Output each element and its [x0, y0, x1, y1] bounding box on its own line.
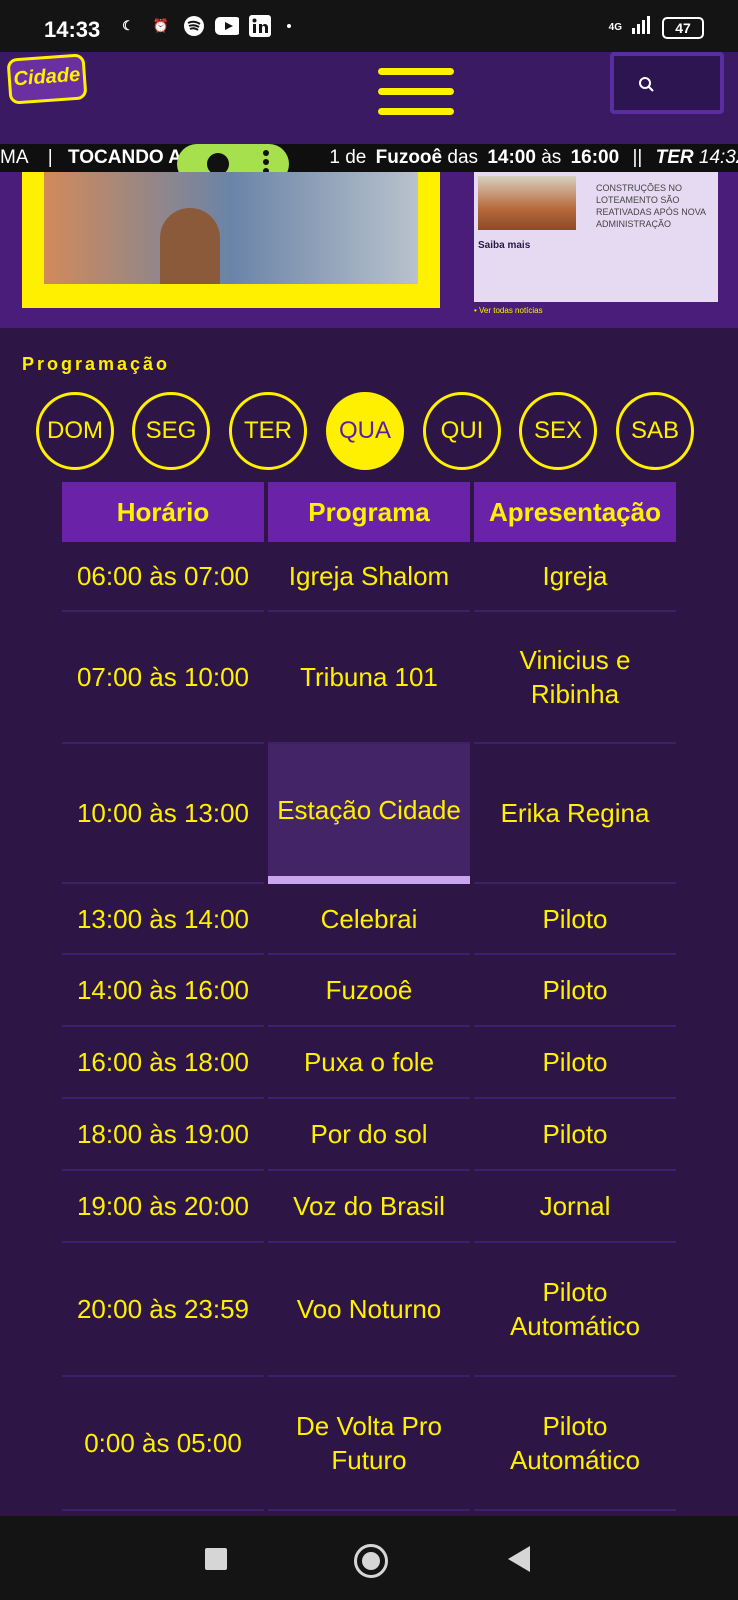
side-news-more-link[interactable]: Saiba mais: [478, 240, 530, 251]
now-playing-ticker: MA | TOCANDO AG 1 de Fuzooê das 14:00 às…: [0, 144, 738, 172]
cell-program: Tribuna 101: [268, 612, 470, 744]
day-button-qui[interactable]: QUI: [423, 392, 501, 470]
status-right: 4G 47: [609, 16, 704, 39]
table-row: 20:00 às 23:59 Voo Noturno Piloto Automá…: [62, 1243, 676, 1377]
radio-logo[interactable]: Cidade: [6, 53, 88, 105]
all-news-link[interactable]: • Ver todas notícias: [474, 306, 543, 315]
cell-time: 13:00 às 14:00: [62, 884, 264, 955]
back-icon[interactable]: [508, 1546, 530, 1572]
cell-host: Piloto: [474, 1099, 676, 1171]
status-time: 14:33: [44, 17, 101, 42]
youtube-icon: [215, 14, 239, 38]
news-section: CONSTRUÇÕES NO LOTEAMENTO SÃO REATIVADAS…: [0, 172, 738, 328]
alarm-icon: ⏰: [152, 18, 170, 33]
cell-program-highlighted: Estação Cidade: [268, 744, 470, 884]
network-indicator: 4G: [608, 21, 622, 33]
cell-host: Piloto: [474, 884, 676, 955]
table-row: 19:00 às 20:00 Voz do Brasil Jornal: [62, 1171, 676, 1243]
cell-host: Piloto: [474, 1027, 676, 1099]
search-button[interactable]: [610, 52, 724, 114]
ticker-left-fragment: MA: [0, 147, 29, 168]
featured-news-image[interactable]: [44, 172, 418, 284]
home-icon[interactable]: [354, 1544, 388, 1578]
cell-host: Erika Regina: [474, 744, 676, 884]
cell-program: Celebrai: [268, 884, 470, 955]
cell-program: Fuzooê: [268, 955, 470, 1027]
table-row: 10:00 às 13:00 Estação Cidade Erika Regi…: [62, 744, 676, 884]
ticker-day: TER: [655, 147, 694, 168]
cell-program: Voo Noturno: [268, 1243, 470, 1377]
notification-icons: ☾ ⏰: [116, 14, 291, 38]
table-row: 14:00 às 16:00 Fuzooê Piloto: [62, 955, 676, 1027]
ticker-end-time: 16:00: [570, 147, 620, 168]
table-row: 06:00 às 07:00 Igreja Shalom Igreja: [62, 542, 676, 612]
cell-time: 18:00 às 19:00: [62, 1099, 264, 1171]
ticker-text: às: [541, 147, 562, 168]
ticker-text: das: [447, 147, 479, 168]
cell-host: Vinicius e Ribinha: [474, 612, 676, 744]
side-news-title[interactable]: CONSTRUÇÕES NO LOTEAMENTO SÃO REATIVADAS…: [596, 182, 714, 230]
cell-time: 0:00 às 05:00: [62, 1377, 264, 1511]
cell-program: Voz do Brasil: [268, 1171, 470, 1243]
day-selector: DOM SEG TER QUA QUI SEX SAB: [36, 392, 708, 472]
cell-time: 20:00 às 23:59: [62, 1243, 264, 1377]
schedule-title: Programação: [22, 354, 171, 374]
side-news-image[interactable]: [478, 176, 576, 230]
ticker-clock: 14:32: [698, 147, 738, 168]
table-row: 16:00 às 18:00 Puxa o fole Piloto: [62, 1027, 676, 1099]
cell-host: Jornal: [474, 1171, 676, 1243]
table-row: 0:00 às 05:00 De Volta Pro Futuro Piloto…: [62, 1377, 676, 1511]
spotify-icon: [182, 14, 206, 38]
battery-icon: 47: [662, 16, 704, 39]
cell-time: 16:00 às 18:00: [62, 1027, 264, 1099]
schedule-table: Horário Programa Apresentação 06:00 às 0…: [58, 482, 680, 1511]
site-header: Cidade: [0, 52, 738, 144]
ticker-start-time: 14:00: [487, 147, 536, 168]
cell-program: De Volta Pro Futuro: [268, 1377, 470, 1511]
featured-news-frame[interactable]: [22, 172, 440, 308]
column-header-programa: Programa: [268, 482, 470, 542]
table-row: 13:00 às 14:00 Celebrai Piloto: [62, 884, 676, 955]
table-header-row: Horário Programa Apresentação: [62, 482, 676, 542]
hamburger-menu-icon[interactable]: [378, 68, 454, 122]
day-button-qua[interactable]: QUA: [326, 392, 404, 470]
cell-time: 19:00 às 20:00: [62, 1171, 264, 1243]
cell-host: Igreja: [474, 542, 676, 612]
day-button-sex[interactable]: SEX: [519, 392, 597, 470]
cell-time: 14:00 às 16:00: [62, 955, 264, 1027]
ticker-separator: |: [47, 147, 53, 168]
recent-apps-icon[interactable]: [205, 1548, 227, 1570]
cell-time: 07:00 às 10:00: [62, 612, 264, 744]
day-button-dom[interactable]: DOM: [36, 392, 114, 470]
cell-program: Por do sol: [268, 1099, 470, 1171]
all-news-label[interactable]: Ver todas notícias: [479, 306, 543, 315]
cell-host: Piloto: [474, 955, 676, 1027]
column-header-horario: Horário: [62, 482, 264, 542]
day-button-sab[interactable]: SAB: [616, 392, 694, 470]
cell-host: Piloto Automático: [474, 1243, 676, 1377]
table-row: 18:00 às 19:00 Por do sol Piloto: [62, 1099, 676, 1171]
linkedin-icon: [248, 14, 272, 38]
signal-icon: [632, 16, 652, 39]
side-news-card[interactable]: CONSTRUÇÕES NO LOTEAMENTO SÃO REATIVADAS…: [474, 172, 718, 302]
search-icon: [639, 77, 654, 92]
cell-program: Puxa o fole: [268, 1027, 470, 1099]
day-button-seg[interactable]: SEG: [132, 392, 210, 470]
more-notifications-dot: [287, 24, 291, 28]
column-header-apresentacao: Apresentação: [474, 482, 676, 542]
cell-program: Igreja Shalom: [268, 542, 470, 612]
table-row: 07:00 às 10:00 Tribuna 101 Vinicius e Ri…: [62, 612, 676, 744]
ticker-text: 1 de: [329, 147, 367, 168]
status-bar: 14:33 ☾ ⏰ 4G 47: [0, 0, 738, 52]
cell-time: 06:00 às 07:00: [62, 542, 264, 612]
android-nav-bar: [0, 1516, 738, 1600]
cell-host: Piloto Automático: [474, 1377, 676, 1511]
cell-time: 10:00 às 13:00: [62, 744, 264, 884]
day-button-ter[interactable]: TER: [229, 392, 307, 470]
ticker-program: Fuzooê: [375, 147, 443, 168]
ticker-separator: ||: [632, 147, 643, 168]
moon-icon: ☾: [122, 18, 134, 33]
